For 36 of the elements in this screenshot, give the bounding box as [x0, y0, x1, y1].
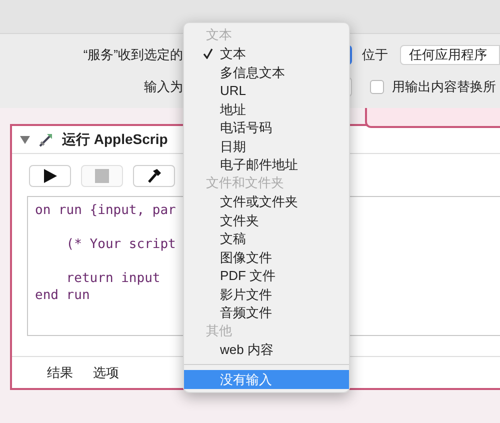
menu-item[interactable]: 地址	[184, 100, 349, 118]
menu-item[interactable]: 文件夹	[184, 211, 349, 230]
menu-item[interactable]: PDF 文件	[184, 266, 349, 285]
action-title: 运行 AppleScrip	[62, 130, 168, 149]
location-label: 位于	[362, 46, 388, 64]
location-popup[interactable]: 任何应用程序	[400, 45, 500, 65]
service-label: “服务”收到选定的	[82, 46, 183, 64]
menu-item[interactable]: 电子邮件地址	[184, 156, 349, 174]
menu-item[interactable]: 图像文件	[184, 248, 349, 266]
menu-section-header: 其他	[205, 322, 233, 340]
menu-item[interactable]: 影片文件	[184, 285, 349, 304]
panel-tab[interactable]: 选项	[93, 363, 119, 382]
menu-item[interactable]: 日期	[184, 137, 349, 156]
replace-checkbox[interactable]	[370, 80, 384, 94]
menu-item[interactable]: 音频文件	[184, 304, 349, 322]
menu-item[interactable]: URL	[184, 82, 349, 100]
disclosure-triangle-icon[interactable]	[20, 134, 30, 144]
checkmark-icon	[203, 48, 213, 60]
menu-item[interactable]: 文本	[184, 44, 349, 63]
hammer-icon	[146, 168, 162, 184]
run-button[interactable]	[29, 165, 71, 187]
menu-item[interactable]: 文稿	[184, 230, 349, 248]
menu-item[interactable]: web 内容	[184, 340, 349, 359]
script-code: on run {input, par (* Your script return input end run	[35, 202, 176, 304]
menu-section-header: 文本	[205, 26, 233, 44]
menu-item[interactable]: 电话号码	[184, 118, 349, 137]
script-icon	[38, 132, 54, 148]
play-icon	[43, 169, 57, 183]
panel-tab[interactable]: 结果	[47, 363, 73, 382]
menu-item[interactable]: 多信息文本	[184, 63, 349, 82]
compile-button[interactable]	[133, 165, 175, 187]
menu-item[interactable]: 文件或文件夹	[184, 192, 349, 211]
stop-icon	[95, 169, 109, 183]
menu-section-header: 文件和文件夹	[205, 174, 285, 192]
input-label: 输入为	[143, 78, 183, 96]
replace-checkbox-label: 用输出内容替换所	[392, 78, 496, 96]
